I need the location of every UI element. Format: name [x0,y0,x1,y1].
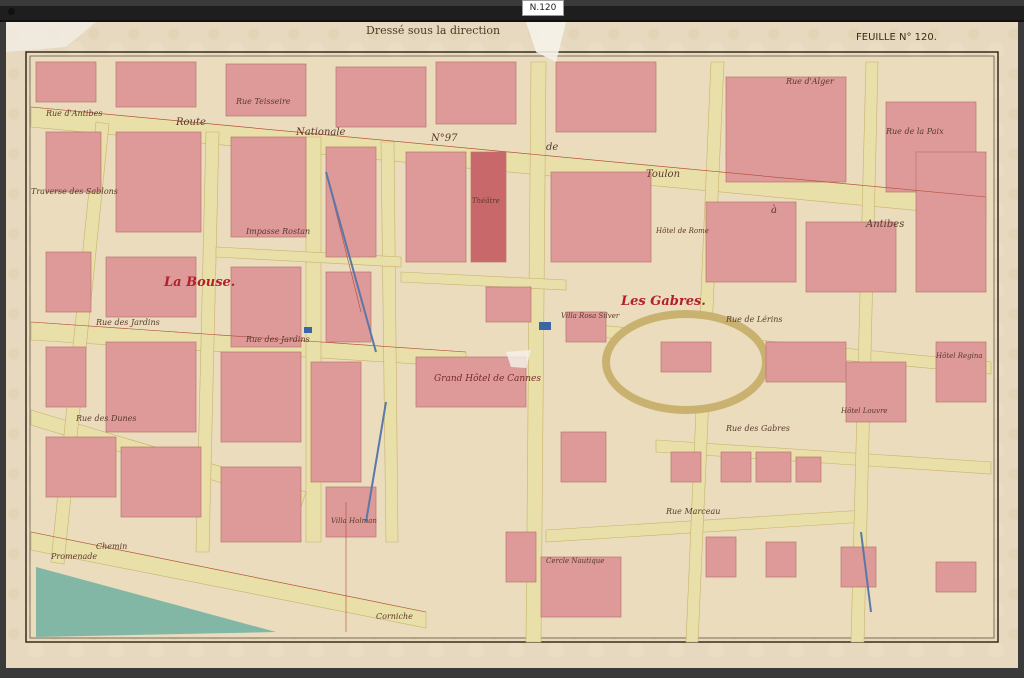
label-de: de [546,142,559,153]
map-paper: Dressé sous la direction FEUILLE N° 120.… [6,22,1018,668]
label-promenade: Promenade [51,552,98,561]
sheet-number: FEUILLE N° 120. [856,32,937,43]
label-rue-marceau: Rue Marceau [666,507,721,516]
blue-marker [304,327,312,333]
label-hotel-rome: Hôtel de Rome [656,227,709,235]
label-antibes: Antibes [866,219,905,230]
map-sheet-frame: N.120 Dressé sous la direction FEUILLE N… [0,0,1024,678]
label-cercle: Cercle Nautique [546,557,605,565]
map-title: Dressé sous la direction [366,24,501,37]
label-rue-gabres: Rue des Gabres [726,424,790,433]
label-route: Route [176,117,206,128]
label-rue-jardins: Rue des Jardins [96,318,160,327]
label-villa-holman: Villa Holman [331,517,377,525]
label-toulon: Toulon [646,169,681,180]
block [35,61,97,103]
place-les-gabres: Les Gabres. [621,294,706,309]
label-rue-jardins-2: Rue des Jardins [246,335,310,344]
label-nationale: Nationale [296,127,346,138]
label-grand-hotel: Grand Hôtel de Cannes [434,374,541,384]
sheet-tag: N.120 [522,0,564,16]
label-hotel-regina: Hôtel Regina [936,352,983,360]
label-theatre: Théâtre [472,197,500,205]
cadastral-map [6,22,1018,668]
label-rue-dunes: Rue des Dunes [76,414,137,423]
label-traverse: Traverse des Sablons [31,187,118,196]
label-rue-teisseire: Rue Teisseire [236,97,291,106]
hanging-rod [0,6,1024,22]
blue-marker [539,322,551,330]
label-impasse: Impasse Rostan [246,227,311,236]
theatre [470,151,507,263]
label-rue-paix: Rue de la Paix [886,127,944,136]
label-villa-rosa: Villa Rosa Silver [561,312,620,320]
label-rue-lerins: Rue de Lérins [726,315,783,324]
label-a: à [771,205,777,216]
label-chemin: Chemin [96,542,128,551]
place-la-bouse: La Bouse. [164,275,236,290]
label-n97: N°97 [431,133,458,144]
label-rue-alger: Rue d'Alger [786,77,834,86]
label-corniche: Corniche [376,612,413,621]
pin-hole [8,8,15,15]
label-rue-antibes: Rue d'Antibes [46,109,103,118]
label-hotel-louvre: Hôtel Louvre [841,407,888,415]
